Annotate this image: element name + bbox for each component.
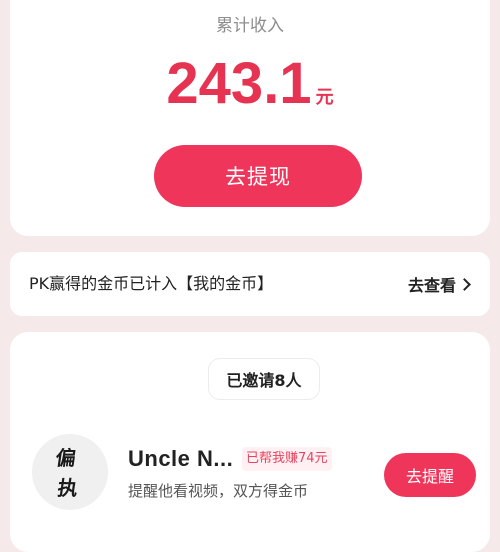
- invite-card: 已邀请8人 偏 执 Uncle N... 已帮我赚74元 提醒他看视频，双方得金…: [10, 332, 490, 552]
- income-amount: 243.1 元: [10, 50, 490, 117]
- avatar-text-top: 偏: [54, 446, 78, 470]
- view-coins-label: 去查看: [407, 276, 456, 295]
- avatar-text-bottom: 执: [56, 476, 80, 500]
- withdraw-button[interactable]: 去提现: [154, 145, 362, 207]
- invited-user-name: Uncle N...: [128, 446, 234, 471]
- invited-user-description: 提醒他看视频，双方得金币: [128, 482, 309, 500]
- income-label: 累计收入: [216, 16, 284, 36]
- income-amount-unit: 元: [315, 87, 334, 108]
- income-card: 累计收入 243.1 元 去提现: [10, 0, 490, 236]
- invited-count-badge: 已邀请8人: [208, 358, 320, 400]
- notice-bar[interactable]: PK赢得的金币已计入【我的金币】 去查看: [10, 252, 490, 316]
- remind-button[interactable]: 去提醒: [384, 453, 476, 497]
- avatar[interactable]: 偏 执: [32, 434, 108, 510]
- notice-text: PK赢得的金币已计入【我的金币】: [29, 274, 274, 293]
- income-amount-value: 243.1: [166, 51, 312, 116]
- view-coins-link[interactable]: 去查看: [408, 252, 472, 316]
- chevron-right-icon: [458, 277, 471, 291]
- earned-badge: 已帮我赚74元: [242, 447, 332, 471]
